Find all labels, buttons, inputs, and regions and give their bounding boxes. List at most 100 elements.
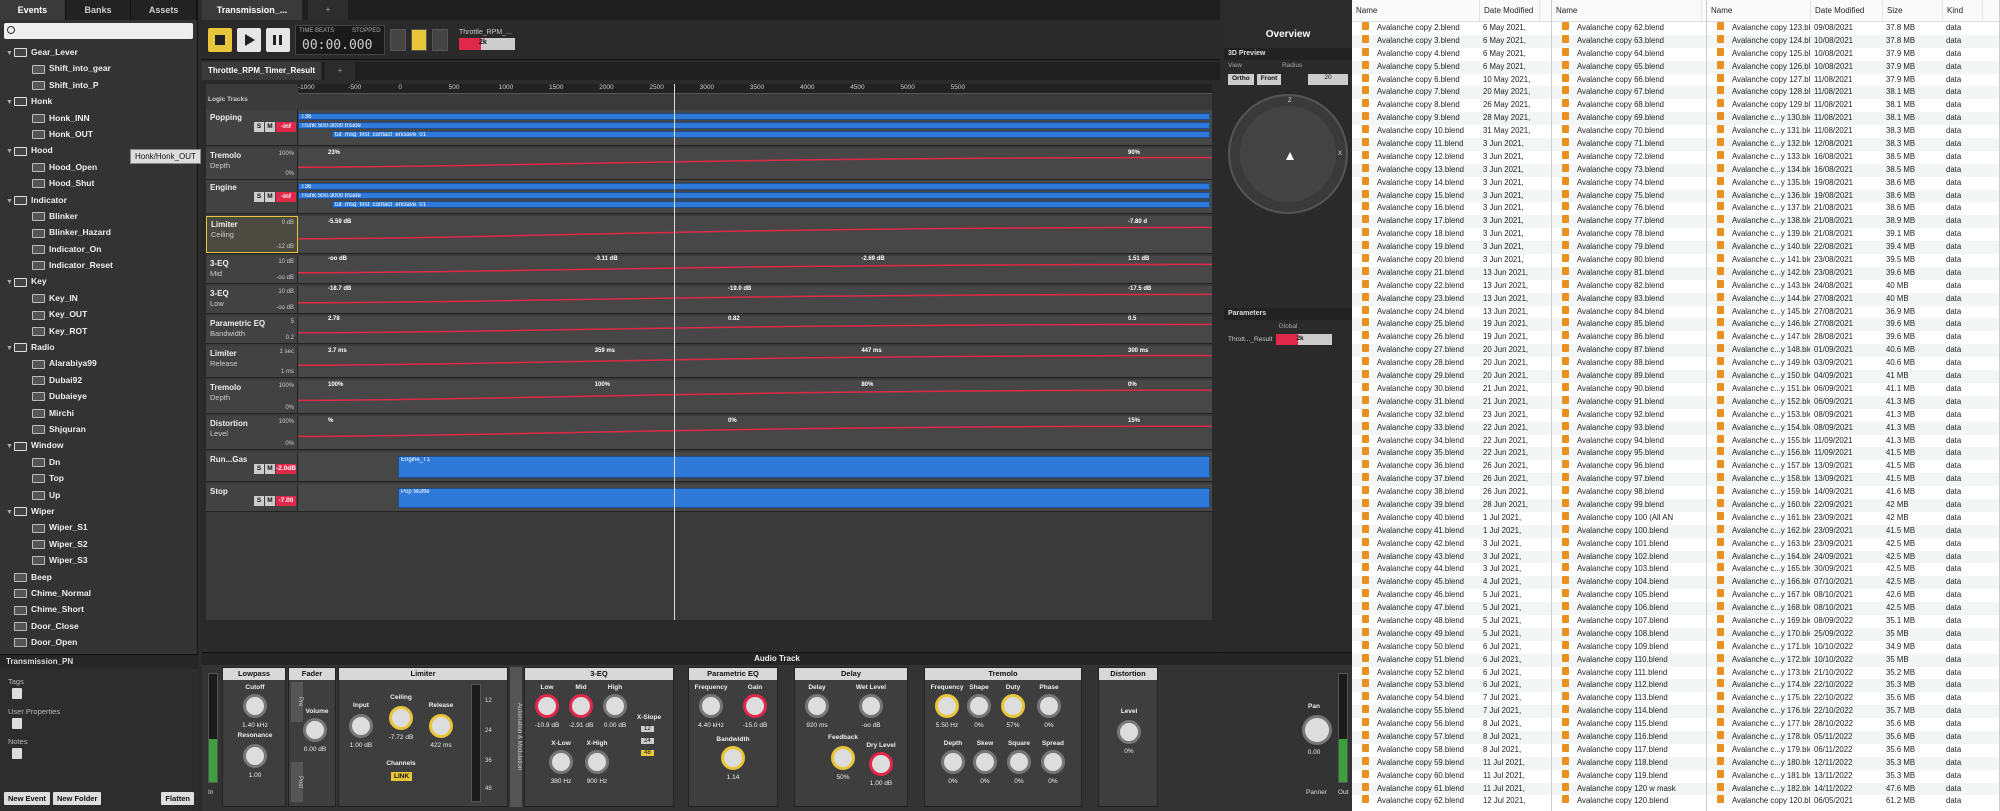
tags-add-button[interactable] bbox=[12, 688, 22, 699]
file-row[interactable]: Avalanche c...y 164.blend 24/09/2021 42.5 … bbox=[1707, 550, 1999, 564]
skew-knob[interactable] bbox=[973, 750, 997, 774]
automation-curve[interactable] bbox=[298, 286, 1212, 314]
pan-knob[interactable] bbox=[1302, 715, 1332, 745]
file-row[interactable]: Avalanche copy 126.blend 10/08/2021 37.9 M… bbox=[1707, 60, 1999, 74]
file-row[interactable]: Avalanche c...y 177.blend 28/10/2022 35.6 … bbox=[1707, 718, 1999, 731]
file-row[interactable]: Avalanche copy 62.blend 12 Jul 2021, bbox=[1352, 795, 1551, 808]
file-row[interactable]: Avalanche c...y 153.blend 08/09/2021 41.3 … bbox=[1707, 408, 1999, 422]
file-row[interactable]: Avalanche c...y 142.blend 23/08/2021 39.6 … bbox=[1707, 266, 1999, 280]
track-lane[interactable]: Engine_T1 bbox=[298, 452, 1212, 481]
timeline-ruler[interactable]: -1000 -500 0 500 1000 1500 2000 2500 3000 3500 400… bbox=[298, 84, 1212, 94]
peq-bandwidth-knob[interactable] bbox=[721, 746, 745, 770]
automation-modulation-label[interactable]: Automation & Modulation bbox=[510, 667, 522, 807]
file-row[interactable]: Avalanche copy 49.blend 5 Jul 2021, bbox=[1352, 627, 1551, 641]
distortion-level-knob[interactable] bbox=[1117, 720, 1141, 744]
file-row[interactable]: Avalanche c...y 148.blend 01/09/2021 40.6 … bbox=[1707, 344, 1999, 358]
distortion-module[interactable]: Distortion Level 0% bbox=[1098, 667, 1158, 807]
audio-region[interactable]: Trunk 500-3000 Inside bbox=[298, 192, 1210, 199]
tree-item[interactable]: Blinker bbox=[0, 208, 198, 224]
track-popping[interactable]: Popping S M -inf T36 Trunk 500-3000 Inside tut… bbox=[206, 110, 1212, 146]
file-row[interactable]: Avalanche copy 104.blend bbox=[1552, 576, 1706, 590]
file-row[interactable]: Avalanche copy 3.blend 6 May 2021, bbox=[1352, 34, 1551, 48]
tremolo-module[interactable]: Tremolo Frequency 5.50 Hz Shape 0% Duty … bbox=[924, 667, 1082, 807]
file-row[interactable]: Avalanche copy 82.blend bbox=[1552, 279, 1706, 293]
track-volume[interactable]: -inf bbox=[276, 192, 296, 202]
file-row[interactable]: Avalanche copy 27.blend 20 Jun 2021, bbox=[1352, 344, 1551, 358]
file-row[interactable]: Avalanche copy 83.blend bbox=[1552, 292, 1706, 306]
track-volume[interactable]: -inf bbox=[276, 122, 296, 132]
add-tab-button[interactable]: + bbox=[308, 0, 348, 20]
file-row[interactable]: Avalanche copy 113.blend bbox=[1552, 692, 1706, 705]
track-3-eq[interactable]: 3-EQ Low 10 dB -oo dB -18.7 dB -19.0 dB -17.5 … bbox=[206, 286, 1212, 314]
file-row[interactable]: Avalanche copy 50.blend 6 Jul 2021, bbox=[1352, 640, 1551, 654]
track-limiter[interactable]: Limiter Ceiling 0 dB -12 dB -5.59 dB -7.80 d bbox=[206, 216, 1212, 254]
tree-item[interactable]: Key_IN bbox=[0, 290, 198, 306]
link-button[interactable]: LINK bbox=[391, 772, 413, 781]
column-header[interactable]: Kind bbox=[1943, 0, 1983, 21]
loop-icon[interactable] bbox=[390, 28, 406, 51]
file-row[interactable]: Avalanche copy 118.blend bbox=[1552, 756, 1706, 770]
file-row[interactable]: Avalanche copy 87.blend bbox=[1552, 344, 1706, 358]
file-row[interactable]: Avalanche c...y 165.blend 30/09/2021 42.5 … bbox=[1707, 563, 1999, 576]
file-row[interactable]: Avalanche c...y 152.blend 06/09/2021 41.3 … bbox=[1707, 395, 1999, 409]
front-button[interactable]: Front bbox=[1256, 74, 1282, 85]
file-row[interactable]: Avalanche copy 88.blend bbox=[1552, 357, 1706, 370]
file-row[interactable]: Avalanche copy 4.blend 6 May 2021, bbox=[1352, 47, 1551, 61]
track-lane[interactable]: -5.59 dB -7.80 d bbox=[298, 216, 1212, 253]
file-row[interactable]: Avalanche copy 100 (All AN bbox=[1552, 511, 1706, 525]
file-row[interactable]: Avalanche copy 84.blend bbox=[1552, 305, 1706, 319]
delay-knob[interactable] bbox=[805, 694, 829, 718]
file-row[interactable]: Avalanche copy 72.blend bbox=[1552, 150, 1706, 164]
tree-item[interactable]: ▼ Gear_Lever bbox=[0, 44, 198, 60]
file-row[interactable]: Avalanche c...y 146.blend 27/08/2021 39.6 … bbox=[1707, 318, 1999, 332]
track-header[interactable]: Tremolo Depth 100% 0% bbox=[206, 148, 298, 179]
tree-item[interactable]: Up bbox=[0, 487, 198, 503]
file-row[interactable]: Avalanche c...y 133.blend 16/08/2021 38.5 … bbox=[1707, 150, 1999, 164]
timeline[interactable]: -1000 -500 0 500 1000 1500 2000 2500 3000 3500 400… bbox=[206, 84, 1212, 620]
track-lane[interactable]: 100% 100% 80% 0% bbox=[298, 380, 1212, 413]
tab-assets[interactable]: Assets bbox=[131, 0, 198, 20]
trem-frequency-knob[interactable] bbox=[935, 694, 959, 718]
file-row[interactable]: Avalanche copy 14.blend 3 Jun 2021, bbox=[1352, 176, 1551, 190]
eq-low-knob[interactable] bbox=[535, 694, 559, 718]
file-row[interactable]: Avalanche copy 45.blend 4 Jul 2021, bbox=[1352, 576, 1551, 590]
file-row[interactable]: Avalanche c...y 150.blend 04/09/2021 41 MB… bbox=[1707, 370, 1999, 383]
phase-knob[interactable] bbox=[1037, 694, 1061, 718]
slope-12-button[interactable]: 12 bbox=[641, 726, 654, 732]
file-row[interactable]: Avalanche c...y 137.blend 21/08/2021 38.6 … bbox=[1707, 202, 1999, 215]
tree-item[interactable]: Chime_Short bbox=[0, 601, 198, 617]
track-lane[interactable]: % 0% 15% bbox=[298, 416, 1212, 449]
file-row[interactable]: Avalanche copy 25.blend 19 Jun 2021, bbox=[1352, 318, 1551, 332]
file-row[interactable]: Avalanche copy 91.blend bbox=[1552, 395, 1706, 409]
file-row[interactable]: Avalanche copy 41.blend 1 Jul 2021, bbox=[1352, 524, 1551, 538]
event-tab[interactable]: Transmission_... bbox=[202, 0, 302, 20]
file-row[interactable]: Avalanche c...y 179.blend 06/11/2022 35.6 … bbox=[1707, 743, 1999, 757]
file-row[interactable]: Avalanche copy 120 w mask bbox=[1552, 782, 1706, 796]
file-row[interactable]: Avalanche copy 21.blend 13 Jun 2021, bbox=[1352, 266, 1551, 280]
radius-field[interactable]: 20 bbox=[1308, 74, 1348, 85]
file-row[interactable]: Avalanche copy 26.blend 19 Jun 2021, bbox=[1352, 331, 1551, 344]
automation-path[interactable] bbox=[298, 389, 1212, 402]
file-row[interactable]: Avalanche copy 67.blend bbox=[1552, 86, 1706, 100]
track-header[interactable]: Limiter Release 1 sec 1 ms bbox=[206, 346, 298, 377]
file-row[interactable]: Avalanche copy 40.blend 1 Jul 2021, bbox=[1352, 511, 1551, 525]
file-row[interactable]: Avalanche c...y 181.blend 13/11/2022 35.3 … bbox=[1707, 769, 1999, 783]
automation-path[interactable] bbox=[298, 323, 1212, 334]
file-row[interactable]: Avalanche copy 112.blend bbox=[1552, 679, 1706, 693]
file-row[interactable]: Avalanche copy 105.blend bbox=[1552, 589, 1706, 602]
file-row[interactable]: Avalanche copy 99.blend bbox=[1552, 498, 1706, 512]
track-header[interactable]: Stop S M -7.00 bbox=[206, 484, 298, 511]
file-row[interactable]: Avalanche copy 111.blend bbox=[1552, 666, 1706, 680]
tree-item[interactable]: Key_ROT bbox=[0, 323, 198, 339]
file-row[interactable]: Avalanche copy 47.blend 5 Jul 2021, bbox=[1352, 602, 1551, 615]
file-row[interactable]: Avalanche copy 39.blend 28 Jun 2021, bbox=[1352, 498, 1551, 512]
parameters-header[interactable]: Parameters bbox=[1224, 308, 1352, 320]
file-row[interactable]: Avalanche copy 73.blend bbox=[1552, 163, 1706, 177]
file-row[interactable]: Avalanche c...y 139.blend 21/08/2021 39.1 … bbox=[1707, 228, 1999, 241]
track-lane[interactable]: 3.7 ms 359 ms 447 ms 300 ms bbox=[298, 346, 1212, 377]
tree-item[interactable]: Alarabiya99 bbox=[0, 355, 198, 371]
tree-item[interactable]: Door_Close bbox=[0, 618, 198, 634]
file-row[interactable]: Avalanche copy 106.blend bbox=[1552, 602, 1706, 615]
track-lane[interactable]: T36 Trunk 500-3000 Inside tut_msg_first_co… bbox=[298, 110, 1212, 145]
tree-item[interactable]: Wiper_S1 bbox=[0, 519, 198, 535]
